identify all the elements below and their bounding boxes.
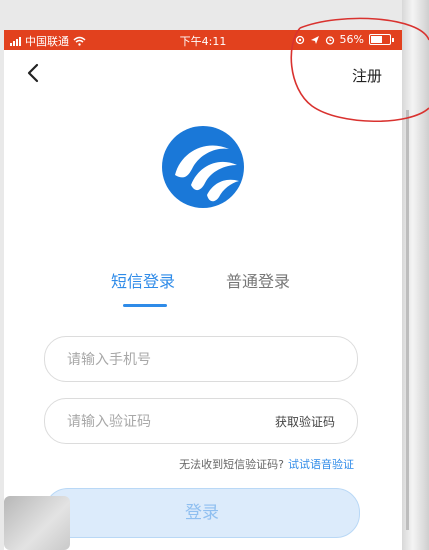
login-tabs: 短信登录 普通登录 bbox=[4, 268, 402, 308]
tab-sms-login[interactable]: 短信登录 bbox=[111, 268, 175, 292]
back-button[interactable] bbox=[18, 58, 48, 88]
code-input[interactable] bbox=[65, 411, 269, 433]
sms-hint: 无法收到短信验证码? 试试语音验证 bbox=[179, 456, 354, 472]
status-right: 56% bbox=[295, 33, 394, 46]
status-bar: 中国联通 下午4:11 56% bbox=[4, 30, 402, 50]
battery-cap bbox=[392, 37, 394, 42]
floating-thumbnail bbox=[4, 496, 70, 550]
code-field: 获取验证码 bbox=[44, 398, 358, 444]
battery-percent: 56% bbox=[339, 33, 364, 46]
nav-bar: 注册 bbox=[4, 50, 402, 98]
app-logo-icon bbox=[162, 126, 244, 208]
alarm-icon bbox=[325, 35, 334, 45]
back-arrow-icon bbox=[27, 63, 39, 83]
get-code-button[interactable]: 获取验证码 bbox=[275, 413, 335, 430]
active-tab-indicator bbox=[123, 304, 167, 307]
phone-input[interactable] bbox=[65, 349, 269, 371]
hint-text: 无法收到短信验证码? bbox=[179, 458, 284, 471]
direction-icon bbox=[310, 35, 319, 44]
tab-normal-login[interactable]: 普通登录 bbox=[226, 268, 290, 292]
login-button[interactable]: 登录 bbox=[44, 488, 360, 538]
phone-screen: 中国联通 下午4:11 56% 注册 短信登录 普通登录 请输入手机号 请输入验… bbox=[4, 30, 402, 550]
voice-verify-link[interactable]: 试试语音验证 bbox=[288, 458, 354, 471]
register-button[interactable]: 注册 bbox=[352, 65, 382, 86]
battery-icon bbox=[369, 34, 391, 45]
phone-field bbox=[44, 336, 358, 382]
device-edge-line bbox=[406, 110, 409, 530]
location-icon bbox=[295, 35, 304, 44]
